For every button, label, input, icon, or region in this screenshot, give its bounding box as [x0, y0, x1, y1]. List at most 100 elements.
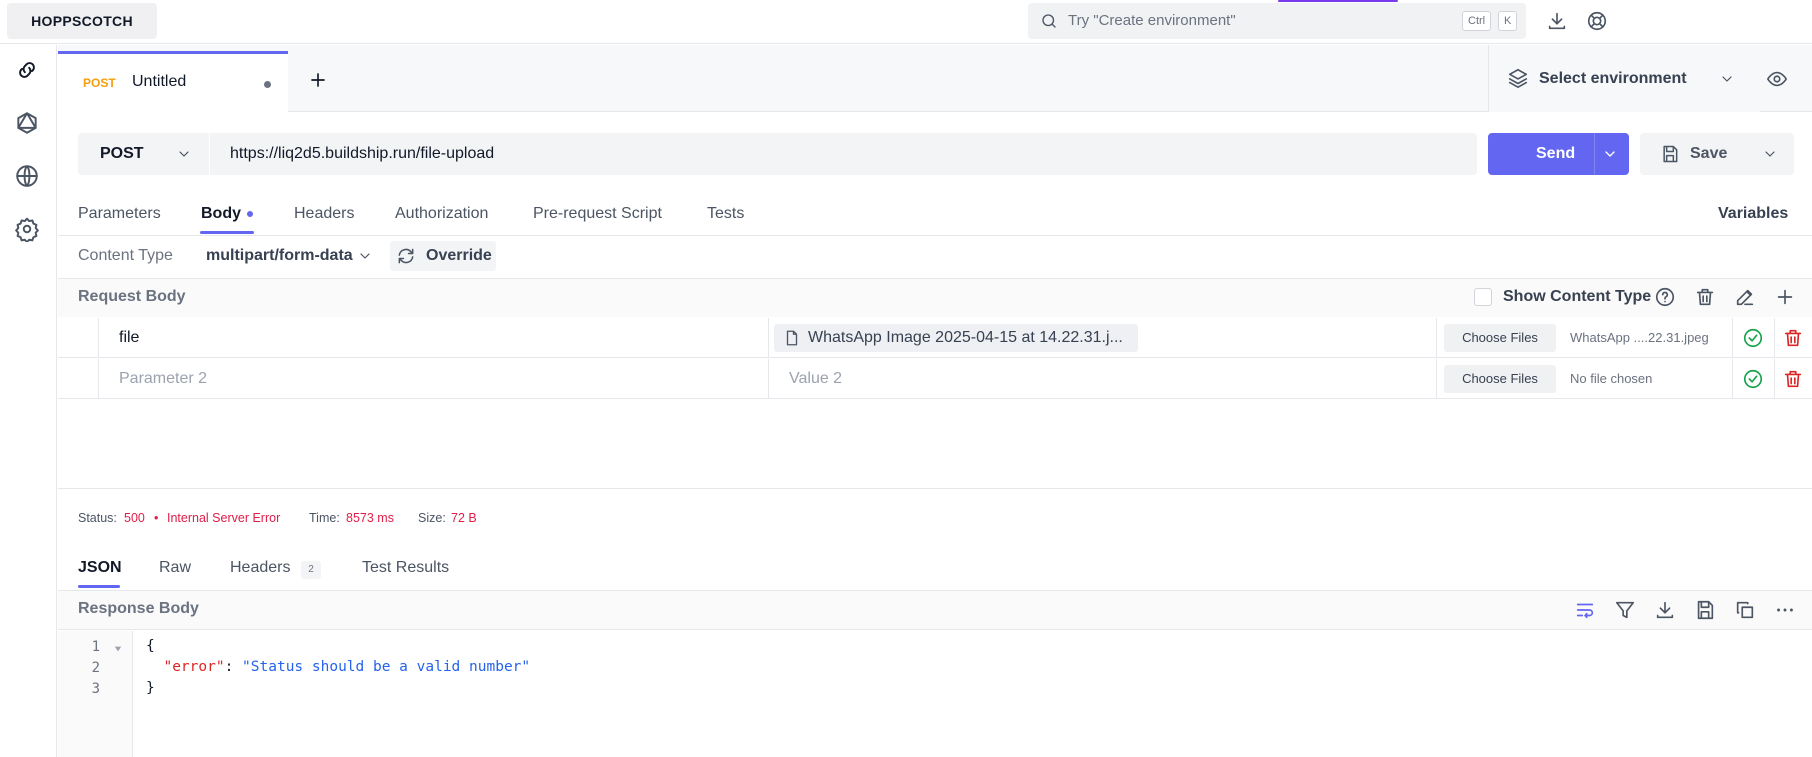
- chevron-down-icon: [179, 151, 189, 157]
- tab-headers[interactable]: Headers: [294, 205, 354, 223]
- file-chip-label: WhatsApp Image 2025-04-15 at 14.22.31.j.…: [808, 329, 1123, 346]
- rest-icon[interactable]: [14, 57, 42, 85]
- method-label: POST: [100, 145, 144, 162]
- tab-variables[interactable]: Variables: [1718, 205, 1788, 223]
- settings-icon[interactable]: [14, 216, 42, 244]
- edit-icon[interactable]: [1734, 286, 1756, 308]
- code-line[interactable]: }: [146, 680, 155, 696]
- wrap-lines-icon[interactable]: [1574, 599, 1596, 621]
- fold-icon[interactable]: [114, 645, 122, 653]
- send-button[interactable]: Send: [1488, 133, 1629, 175]
- delete-icon[interactable]: [1782, 368, 1804, 390]
- tab-raw[interactable]: Raw: [159, 559, 191, 577]
- choose-files-button[interactable]: Choose Files: [1444, 324, 1556, 352]
- content-type-select[interactable]: multipart/form-data: [206, 247, 353, 265]
- tab-title: Untitled: [132, 73, 187, 90]
- copy-icon[interactable]: [1734, 599, 1756, 621]
- response-body-header: [58, 590, 1812, 630]
- body-dot: [247, 211, 253, 217]
- tab-tests[interactable]: Tests: [707, 205, 744, 223]
- status-label: Status:: [78, 511, 117, 525]
- sidebar-rail: [0, 45, 57, 757]
- eye-icon[interactable]: [1766, 68, 1790, 92]
- send-label: Send: [1536, 145, 1576, 162]
- content-type-label: Content Type: [78, 247, 173, 264]
- status-separator: •: [154, 511, 159, 525]
- more-icon[interactable]: [1774, 599, 1796, 621]
- tab-method: POST: [83, 76, 116, 90]
- method-select[interactable]: POST: [78, 133, 209, 175]
- headers-count-badge: 2: [301, 561, 321, 579]
- chevron-down-icon[interactable]: [357, 248, 373, 264]
- tab-test-results[interactable]: Test Results: [362, 559, 449, 577]
- tab-response-headers[interactable]: Headers: [230, 559, 290, 577]
- tab-json[interactable]: JSON: [78, 559, 122, 577]
- url-value: https://liq2d5.buildship.run/file-upload: [230, 145, 495, 162]
- line-number: 3: [91, 681, 100, 697]
- tab-body[interactable]: Body: [201, 205, 241, 223]
- environment-label: Select environment: [1539, 70, 1687, 87]
- shortcut-ctrl: Ctrl: [1462, 11, 1492, 31]
- save-icon[interactable]: [1694, 599, 1716, 621]
- chevron-down-icon[interactable]: [1602, 146, 1618, 162]
- param-key[interactable]: file: [119, 318, 139, 358]
- tab-authorization[interactable]: Authorization: [395, 205, 488, 223]
- json-string-value: "Status should be a valid number": [242, 659, 531, 675]
- refresh-icon: [398, 248, 414, 264]
- override-label: Override: [426, 247, 492, 264]
- app-logo[interactable]: HOPPSCOTCH: [7, 3, 157, 39]
- show-content-type-label[interactable]: Show Content Type: [1503, 288, 1651, 306]
- delete-icon[interactable]: [1782, 327, 1804, 349]
- tab-pre-request-script[interactable]: Pre-request Script: [533, 205, 662, 223]
- top-bar: [0, 0, 1812, 44]
- download-icon[interactable]: [1546, 10, 1570, 34]
- check-circle-icon[interactable]: [1742, 327, 1764, 349]
- new-tab-button[interactable]: [309, 71, 329, 91]
- param-key-input[interactable]: Parameter 2: [119, 359, 207, 399]
- code-line[interactable]: {: [146, 638, 155, 654]
- search-placeholder: Try "Create environment": [1068, 12, 1236, 29]
- check-circle-icon[interactable]: [1742, 368, 1764, 390]
- line-number: 1: [91, 639, 100, 655]
- graphql-icon[interactable]: [14, 110, 42, 138]
- line-number: 2: [91, 660, 100, 676]
- download-icon[interactable]: [1654, 599, 1676, 621]
- trash-icon[interactable]: [1694, 286, 1716, 308]
- chosen-file-name: WhatsApp ....22.31.jpeg: [1570, 330, 1709, 345]
- code-line[interactable]: "error": "Status should be a valid numbe…: [146, 659, 530, 675]
- chevron-down-icon[interactable]: [1762, 146, 1778, 162]
- realtime-icon[interactable]: [14, 163, 42, 191]
- active-tab-indicator: [200, 231, 254, 234]
- tab-untitled[interactable]: POST Untitled: [58, 51, 288, 112]
- save-label: Save: [1690, 145, 1728, 162]
- support-icon[interactable]: [1586, 10, 1610, 34]
- unsaved-dot: [264, 81, 271, 88]
- help-icon[interactable]: [1654, 286, 1676, 308]
- divider: [58, 488, 1812, 489]
- add-icon[interactable]: [1774, 286, 1796, 308]
- loading-indicator: [1278, 0, 1398, 2]
- tab-parameters[interactable]: Parameters: [78, 205, 161, 223]
- status-text: Internal Server Error: [167, 511, 281, 525]
- param-value-input[interactable]: Value 2: [789, 359, 842, 399]
- status-code: 500: [124, 511, 145, 525]
- choose-files-button[interactable]: Choose Files: [1444, 365, 1556, 393]
- url-input[interactable]: https://liq2d5.buildship.run/file-upload: [210, 133, 1477, 175]
- param-row: file WhatsApp Image 2025-04-15 at 14.22.…: [58, 318, 1812, 358]
- environment-select[interactable]: Select environment: [1488, 45, 1760, 112]
- filter-icon[interactable]: [1614, 599, 1636, 621]
- response-body-label: Response Body: [78, 600, 199, 617]
- json-key: "error": [163, 659, 225, 675]
- chosen-file-name: No file chosen: [1570, 371, 1653, 386]
- size-value: 72 B: [451, 511, 477, 525]
- search-input[interactable]: Try "Create environment" Ctrl K: [1028, 3, 1526, 39]
- save-button[interactable]: Save: [1640, 133, 1794, 175]
- show-content-type-checkbox[interactable]: [1474, 288, 1492, 306]
- save-icon: [1663, 145, 1678, 163]
- layers-icon: [1508, 68, 1528, 88]
- active-tab-indicator: [78, 585, 120, 588]
- search-icon: [1042, 14, 1056, 28]
- file-chip: WhatsApp Image 2025-04-15 at 14.22.31.j.…: [774, 324, 1138, 352]
- chevron-down-icon: [1722, 76, 1732, 82]
- override-button[interactable]: Override: [390, 241, 496, 271]
